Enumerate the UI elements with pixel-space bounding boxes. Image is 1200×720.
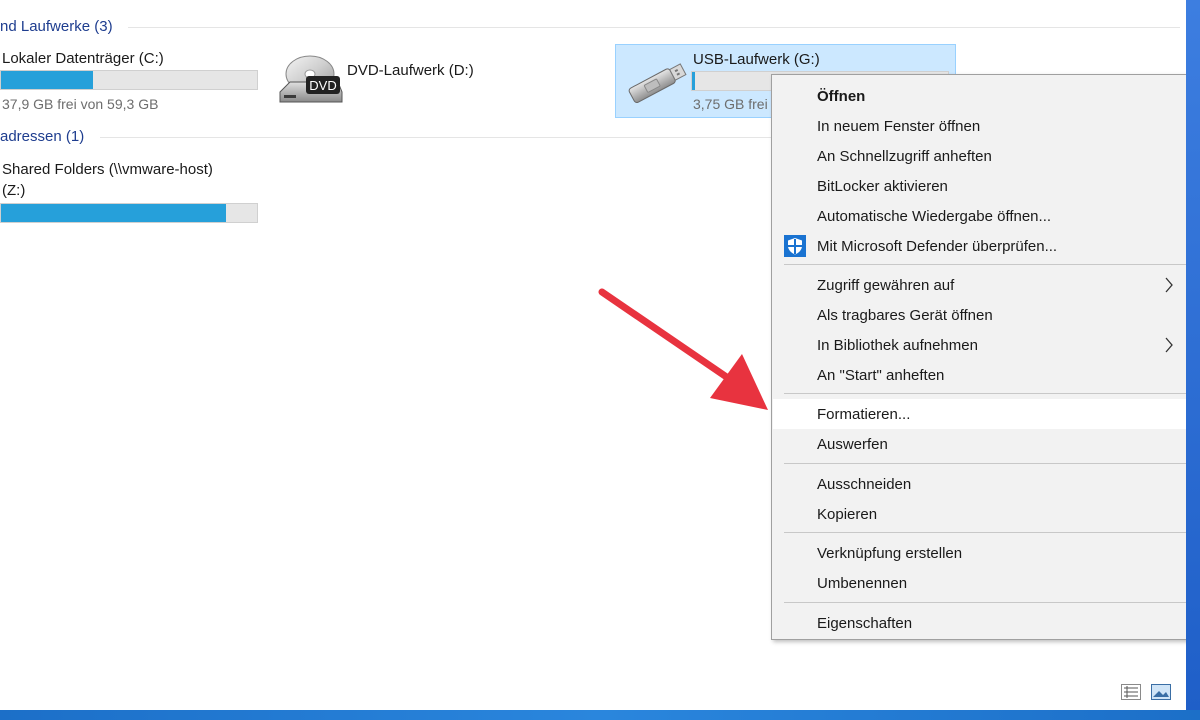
menu-item-open-label: Öffnen <box>817 87 866 105</box>
dvd-badge-label: DVD <box>309 78 336 93</box>
menu-item-pin-start[interactable]: An "Start" anheften <box>773 360 1188 390</box>
menu-item-defender-scan-label: Mit Microsoft Defender überprüfen... <box>817 237 1058 255</box>
view-toggle <box>1121 684 1171 700</box>
drive-z-name-line2: (Z:) <box>2 182 26 199</box>
defender-shield-icon <box>784 235 806 257</box>
large-icons-view-icon[interactable] <box>1151 684 1171 700</box>
drive-c-name: Lokaler Datenträger (C:) <box>2 50 164 67</box>
drive-z-usage-bar <box>0 203 258 223</box>
drive-c-free-space: 37,9 GB frei von 59,3 GB <box>2 96 159 112</box>
drive-c[interactable]: Lokaler Datenträger (C:) 37,9 GB frei vo… <box>0 48 260 118</box>
menu-item-open-portable[interactable]: Als tragbares Gerät öffnen <box>773 300 1188 330</box>
menu-item-open-new-window-label: In neuem Fenster öffnen <box>817 117 981 135</box>
menu-item-properties-label: Eigenschaften <box>817 614 913 632</box>
drive-g-name: USB-Laufwerk (G:) <box>693 51 820 68</box>
menu-item-cut-label: Ausschneiden <box>817 475 912 493</box>
usb-drive-icon <box>628 63 687 104</box>
menu-separator <box>784 532 1186 533</box>
menu-item-pin-quick-access[interactable]: An Schnellzugriff anheften <box>773 141 1188 171</box>
menu-item-open-new-window[interactable]: In neuem Fenster öffnen <box>773 111 1188 141</box>
menu-separator <box>784 393 1186 394</box>
taskbar-edge <box>0 710 1200 720</box>
menu-item-autoplay[interactable]: Automatische Wiedergabe öffnen... <box>773 201 1188 231</box>
menu-separator <box>784 264 1186 265</box>
menu-item-pin-start-label: An "Start" anheften <box>817 366 945 384</box>
drives-group-header-label: nd Laufwerke (3) <box>0 18 113 35</box>
drive-z-name-line1: Shared Folders (\\vmware-host) <box>2 161 213 178</box>
menu-item-bitlocker-label: BitLocker aktivieren <box>817 177 948 195</box>
drives-group-header[interactable]: nd Laufwerke (3) <box>0 18 113 35</box>
desktop-background-edge <box>1186 0 1200 710</box>
menu-item-open-portable-label: Als tragbares Gerät öffnen <box>817 306 993 324</box>
drives-group-divider <box>128 27 1180 28</box>
drive-z[interactable]: Shared Folders (\\vmware-host) (Z:) <box>0 158 260 228</box>
drive-d[interactable]: DVD DVD-Laufwerk (D:) <box>272 52 502 114</box>
dvd-drive-icon: DVD <box>279 55 343 103</box>
menu-item-include-library[interactable]: In Bibliothek aufnehmen <box>773 330 1188 360</box>
menu-item-defender-scan[interactable]: Mit Microsoft Defender überprüfen... <box>773 231 1188 261</box>
menu-item-create-shortcut-label: Verknüpfung erstellen <box>817 544 963 562</box>
menu-item-cut[interactable]: Ausschneiden <box>773 469 1188 499</box>
drive-g-free-space: 3,75 GB frei <box>693 96 768 112</box>
drive-c-usage-fill <box>1 71 94 89</box>
menu-item-copy[interactable]: Kopieren <box>773 499 1188 529</box>
drive-d-name: DVD-Laufwerk (D:) <box>347 62 474 79</box>
network-group-header[interactable]: adressen (1) <box>0 128 84 145</box>
details-view-icon[interactable] <box>1121 684 1141 700</box>
menu-item-format-label: Formatieren... <box>817 405 911 423</box>
menu-item-bitlocker[interactable]: BitLocker aktivieren <box>773 171 1188 201</box>
menu-separator <box>784 602 1186 603</box>
menu-item-eject-label: Auswerfen <box>817 435 888 453</box>
menu-item-rename-label: Umbenennen <box>817 574 908 592</box>
chevron-right-icon <box>1165 337 1173 353</box>
menu-item-rename[interactable]: Umbenennen <box>773 568 1188 598</box>
menu-item-include-library-label: In Bibliothek aufnehmen <box>817 336 978 354</box>
menu-item-pin-quick-access-label: An Schnellzugriff anheften <box>817 147 992 165</box>
menu-item-format[interactable]: Formatieren... <box>773 399 1188 429</box>
context-menu: Öffnen In neuem Fenster öffnen An Schnel… <box>771 74 1190 640</box>
menu-item-create-shortcut[interactable]: Verknüpfung erstellen <box>773 538 1188 568</box>
menu-item-give-access-label: Zugriff gewähren auf <box>817 276 955 294</box>
menu-item-copy-label: Kopieren <box>817 505 878 523</box>
drive-z-usage-fill <box>1 204 227 222</box>
drive-g-usage-fill <box>692 72 695 90</box>
chevron-right-icon <box>1165 277 1173 293</box>
menu-item-properties[interactable]: Eigenschaften <box>773 608 1188 638</box>
menu-item-give-access[interactable]: Zugriff gewähren auf <box>773 270 1188 300</box>
drive-c-usage-bar <box>0 70 258 90</box>
menu-item-eject[interactable]: Auswerfen <box>773 429 1188 459</box>
menu-item-autoplay-label: Automatische Wiedergabe öffnen... <box>817 207 1052 225</box>
network-group-header-label: adressen (1) <box>0 128 85 145</box>
menu-item-open[interactable]: Öffnen <box>773 81 1188 111</box>
menu-separator <box>784 463 1186 464</box>
